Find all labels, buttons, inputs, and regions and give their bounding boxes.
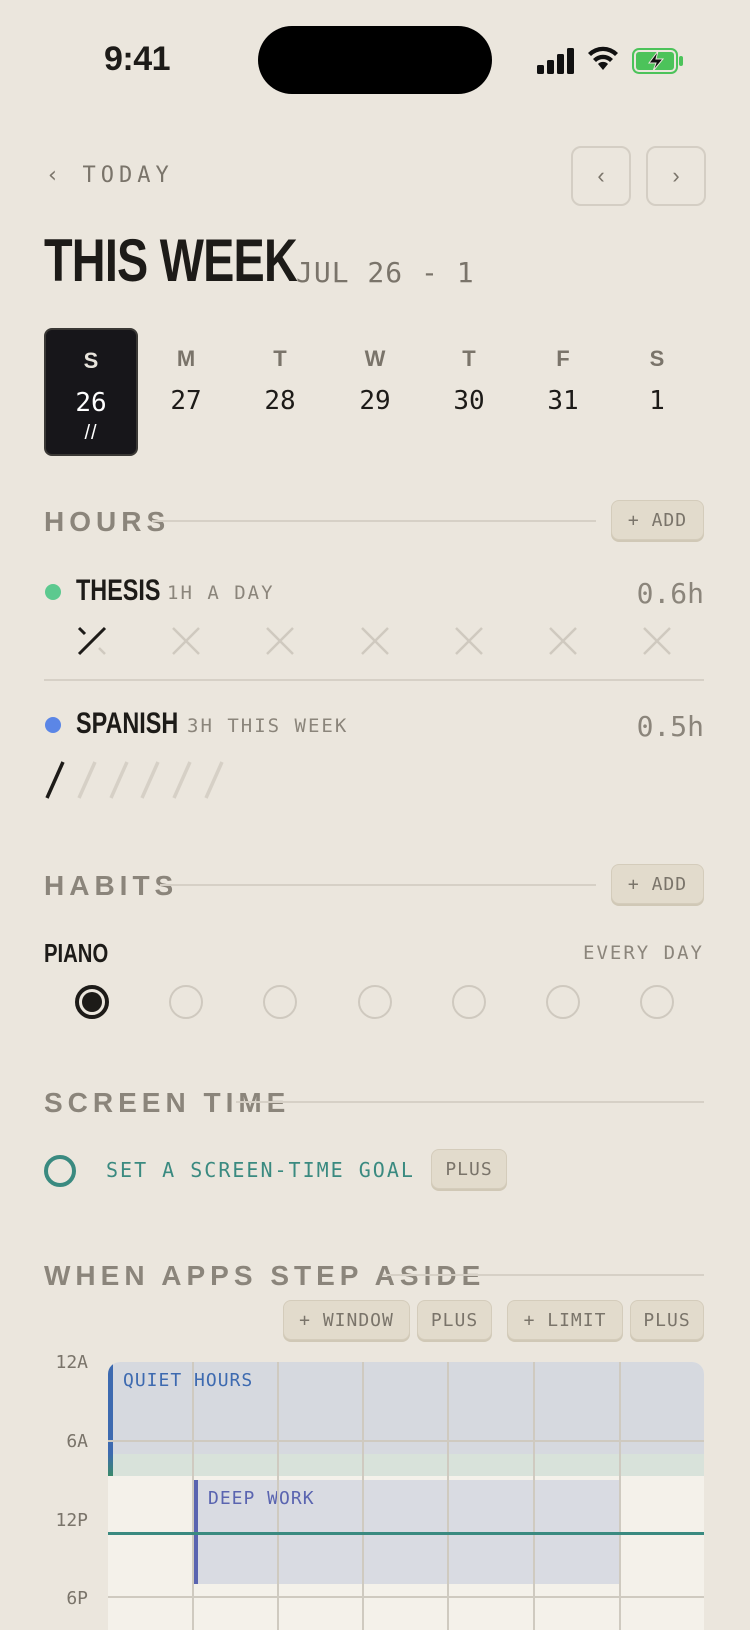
grid-line: [108, 1596, 704, 1598]
day-number: 30: [453, 386, 485, 416]
filled-dot-icon: [82, 992, 102, 1012]
quiet-hours-label: QUIET HOURS: [123, 1370, 254, 1391]
add-hours-button[interactable]: + ADD: [611, 500, 704, 540]
spanish-color-dot: [45, 717, 61, 733]
day-number: 1: [649, 386, 665, 416]
chevron-right-icon: ›: [672, 163, 680, 188]
grid-line: [277, 1362, 279, 1630]
day-letter: F: [556, 346, 570, 371]
day-letter: S: [649, 346, 665, 371]
day-letter: W: [364, 346, 386, 371]
day-letter: T: [462, 346, 476, 371]
spanish-slot-filled-icon: [45, 761, 65, 799]
piano-day-checkbox[interactable]: [263, 985, 297, 1019]
grid-line: [533, 1362, 535, 1630]
day-wed-29[interactable]: W 29: [328, 328, 422, 456]
piano-day-checkbox[interactable]: [640, 985, 674, 1019]
add-habit-button[interactable]: + ADD: [611, 864, 704, 904]
quiet-hours-bar: [108, 1362, 113, 1476]
hour-label-12p: 12P: [55, 1510, 88, 1531]
grid-line: [362, 1362, 364, 1630]
chevron-left-icon: ‹: [597, 163, 605, 188]
section-divider: [152, 520, 596, 522]
date-range: JUL 26 - 1: [296, 256, 475, 289]
limit-plus-badge[interactable]: PLUS: [630, 1300, 704, 1340]
grid-line: [619, 1362, 621, 1630]
wifi-icon: [588, 46, 618, 70]
day-number: 29: [359, 386, 391, 416]
day-letter: T: [273, 346, 287, 371]
battery-charging-icon: [632, 48, 683, 74]
screen-time-section-label: SCREEN TIME: [44, 1087, 291, 1118]
day-number: 27: [170, 386, 202, 416]
day-mon-27[interactable]: M 27: [139, 328, 233, 456]
day-letter: M: [176, 346, 196, 371]
section-divider: [160, 884, 596, 886]
day-sat-1[interactable]: S 1: [610, 328, 704, 456]
apps-step-aside-section-label: WHEN APPS STEP ASIDE: [44, 1260, 486, 1291]
dynamic-island: [258, 26, 492, 94]
piano-day-checkbox[interactable]: [546, 985, 580, 1019]
hour-label-6a: 6A: [66, 1431, 88, 1452]
grid-line: [108, 1440, 704, 1442]
thesis-day-empty-icon[interactable]: [548, 626, 578, 656]
add-limit-button[interactable]: + LIMIT: [507, 1300, 623, 1340]
spanish-slot-empty-icon: [109, 761, 129, 799]
day-fri-31[interactable]: F 31: [516, 328, 610, 456]
thesis-day-empty-icon[interactable]: [265, 626, 295, 656]
status-time: 9:41: [104, 40, 171, 78]
cellular-signal-icon: [537, 48, 574, 74]
thesis-day-partial-icon[interactable]: [77, 626, 107, 656]
section-divider: [383, 1274, 704, 1276]
thesis-day-empty-icon[interactable]: [642, 626, 672, 656]
piano-day-done-checkbox[interactable]: [75, 985, 109, 1019]
day-letter: S: [83, 348, 99, 373]
screen-time-goal-ring-icon: [44, 1155, 76, 1187]
spanish-slot-empty-icon: [77, 761, 97, 799]
spanish-slot-empty-icon: [204, 761, 224, 799]
current-time-indicator: [108, 1532, 704, 1535]
hour-label-12a: 12A: [55, 1352, 88, 1373]
grid-line: [192, 1362, 194, 1630]
spanish-slot-empty-icon: [140, 761, 160, 799]
spanish-slot-empty-icon: [172, 761, 192, 799]
day-number: 31: [547, 386, 579, 416]
window-plus-badge[interactable]: PLUS: [417, 1300, 492, 1340]
thesis-day-empty-icon[interactable]: [454, 626, 484, 656]
deep-work-label: DEEP WORK: [208, 1488, 315, 1509]
app-schedule-calendar: QUIET HOURS DEEP WORK: [108, 1362, 704, 1630]
plus-badge[interactable]: PLUS: [431, 1149, 507, 1189]
day-number: 28: [264, 386, 296, 416]
piano-day-checkbox[interactable]: [358, 985, 392, 1019]
day-sun-26[interactable]: S 26 //: [44, 328, 138, 456]
spanish-hours-value: 0.5h: [636, 710, 704, 743]
day-thu-30[interactable]: T 30: [422, 328, 516, 456]
spanish-goal: 3H THIS WEEK: [187, 715, 349, 737]
piano-name[interactable]: PIANO: [44, 938, 126, 969]
piano-frequency: EVERY DAY: [583, 942, 704, 964]
row-divider: [44, 679, 704, 681]
day-number: 26: [75, 388, 107, 418]
quiet-hours-tail: [108, 1454, 704, 1476]
thesis-day-empty-icon[interactable]: [171, 626, 201, 656]
grid-line: [447, 1362, 449, 1630]
thesis-hours-value: 0.6h: [636, 577, 704, 610]
hour-label-6p: 6P: [66, 1588, 88, 1609]
thesis-color-dot: [45, 584, 61, 600]
habits-section-label: HABITS: [44, 870, 179, 901]
hours-section-label: HOURS: [44, 506, 171, 537]
day-tue-28[interactable]: T 28: [233, 328, 327, 456]
section-divider: [236, 1101, 704, 1103]
prev-week-button[interactable]: ‹: [571, 146, 631, 206]
piano-day-checkbox[interactable]: [169, 985, 203, 1019]
thesis-day-empty-icon[interactable]: [360, 626, 390, 656]
add-window-button[interactable]: + WINDOW: [283, 1300, 410, 1340]
back-today-link[interactable]: ‹ TODAY: [46, 163, 174, 188]
thesis-goal: 1H A DAY: [167, 582, 275, 604]
day-activity-mark: //: [84, 422, 98, 444]
piano-day-checkbox[interactable]: [452, 985, 486, 1019]
set-screen-time-goal-link[interactable]: SET A SCREEN-TIME GOAL ›: [106, 1158, 443, 1182]
next-week-button[interactable]: ›: [646, 146, 706, 206]
